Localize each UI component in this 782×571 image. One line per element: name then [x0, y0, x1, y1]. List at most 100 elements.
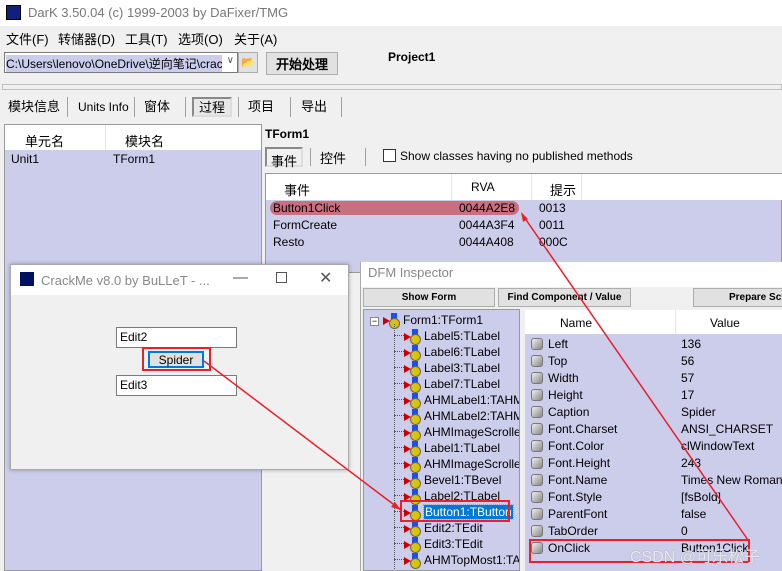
table-row[interactable]: Button1Click 0044A2E8 0013 [273, 200, 773, 217]
col-rva[interactable]: RVA [471, 180, 495, 194]
prepare-script-button[interactable]: Prepare Scri [693, 288, 782, 307]
edit2-field[interactable]: Edit2 [116, 327, 237, 348]
open-folder-button[interactable]: 📂 [238, 52, 258, 73]
table-row[interactable]: FormCreate 0044A3F4 0011 [273, 217, 773, 234]
edit3-field[interactable]: Edit3 [116, 375, 237, 396]
tab-exports[interactable]: 导出 [301, 96, 327, 118]
tree-item[interactable]: AHMTopMost1:TAH [394, 552, 519, 569]
show-form-button[interactable]: Show Form [363, 288, 495, 307]
component-icon [404, 521, 421, 537]
app-icon [6, 5, 21, 20]
col-module-name[interactable]: 模块名 [125, 131, 164, 150]
dfm-title: DFM Inspector [368, 265, 454, 280]
collapse-icon[interactable]: − [370, 317, 379, 326]
tree-item[interactable]: AHMLabel2:TAHML [394, 408, 519, 425]
property-row[interactable]: Font.Height 243 [531, 455, 781, 472]
property-grid: Name Value Left 136 Top 56 Width 57 Height 17 Ca… [525, 310, 782, 571]
tree-item[interactable]: Label7:TLabel [394, 376, 500, 393]
show-classes-label: Show classes having no published methods [400, 149, 633, 163]
menu-tools[interactable]: 工具(T) [125, 29, 168, 48]
tab-units-info[interactable]: Units Info [78, 96, 129, 118]
property-icon [531, 406, 543, 418]
component-icon [404, 377, 421, 393]
component-icon [404, 505, 421, 521]
col-hint[interactable]: 提示 [550, 180, 576, 199]
crackme-icon [20, 272, 34, 286]
col-event[interactable]: 事件 [284, 180, 310, 199]
property-row[interactable]: Left 136 [531, 336, 781, 353]
property-icon [531, 508, 543, 520]
crackme-window: CrackMe v8.0 by BuLLeT - ... — ✕ Edit2 S… [10, 264, 349, 470]
property-icon [531, 542, 543, 554]
form-title: TForm1 [265, 127, 310, 141]
find-component-button[interactable]: Find Component / Value [498, 288, 631, 307]
close-button[interactable]: ✕ [319, 268, 332, 288]
property-row[interactable]: Font.Name Times New Roman [531, 472, 782, 489]
tab-project[interactable]: 项目 [248, 96, 274, 118]
tree-item[interactable]: Edit2:TEdit [394, 520, 483, 537]
tab-module-info[interactable]: 模块信息 [8, 96, 60, 118]
menu-file[interactable]: 文件(F) [6, 29, 49, 48]
folder-open-icon: 📂 [241, 57, 255, 69]
menu-options[interactable]: 选项(O) [178, 29, 223, 48]
component-icon [404, 537, 421, 553]
show-classes-checkbox[interactable] [383, 149, 396, 162]
path-combo[interactable]: C:\Users\lenovo\OneDrive\逆向笔记\crack ∨ [4, 52, 238, 73]
property-icon [531, 389, 543, 401]
property-row[interactable]: Caption Spider [531, 404, 781, 421]
dfm-inspector-window: DFM Inspector Show Form Find Component /… [360, 262, 782, 571]
chevron-down-icon[interactable]: ∨ [227, 55, 234, 66]
watermark: CSDN @可乐松子 [630, 549, 761, 566]
component-icon [404, 489, 421, 505]
component-icon [404, 473, 421, 489]
property-row[interactable]: Height 17 [531, 387, 781, 404]
tree-item[interactable]: Label1:TLabel [394, 440, 500, 457]
subtab-controls[interactable]: 控件 [320, 148, 346, 167]
tree-item[interactable]: Label6:TLabel [394, 344, 500, 361]
tab-forms[interactable]: 窗体 [144, 96, 170, 118]
tab-procedures[interactable]: 过程 [192, 97, 233, 117]
component-icon [404, 329, 421, 345]
property-icon [531, 355, 543, 367]
property-icon [531, 423, 543, 435]
window-title: DarK 3.50.04 (c) 1999-2003 by DaFixer/TM… [28, 5, 289, 20]
tree-item[interactable]: Label2:TLabel [394, 488, 500, 505]
crackme-title: CrackMe v8.0 by BuLLeT - ... [41, 273, 210, 288]
component-icon [404, 425, 421, 441]
spider-button[interactable]: Spider [148, 351, 204, 368]
property-row[interactable]: Font.Color clWindowText [531, 438, 781, 455]
property-row[interactable]: Font.Style [fsBold] [531, 489, 781, 506]
menu-about[interactable]: 关于(A) [234, 29, 277, 48]
tree-item[interactable]: Label3:TLabel [394, 360, 500, 377]
maximize-button[interactable] [276, 272, 287, 283]
tree-item[interactable]: Bevel1:TBevel [394, 472, 501, 489]
property-row[interactable]: TabOrder 0 [531, 523, 781, 540]
property-row[interactable]: ParentFont false [531, 506, 781, 523]
property-icon [531, 338, 543, 350]
minimize-button[interactable]: — [233, 269, 248, 286]
menu-dumper[interactable]: 转储器(D) [58, 29, 115, 48]
start-button[interactable]: 开始处理 [266, 52, 338, 75]
tree-item[interactable]: Label5:TLabel [394, 328, 500, 345]
tree-item[interactable]: Edit3:TEdit [394, 536, 483, 553]
property-icon [531, 372, 543, 384]
col-unit-name[interactable]: 单元名 [25, 131, 64, 150]
col-value[interactable]: Value [710, 316, 740, 330]
property-icon [531, 457, 543, 469]
tree-item[interactable]: AHMLabel1:TAHML [394, 392, 519, 409]
table-row[interactable]: Resto 0044A408 000C [273, 234, 773, 251]
subtab-events[interactable]: 事件 [265, 147, 303, 169]
list-item[interactable]: Unit1 TForm1 [11, 151, 251, 168]
tree-item[interactable]: Button1:TButton [394, 504, 514, 521]
tree-root[interactable]: − Form1:TForm1 [370, 312, 483, 329]
col-name[interactable]: Name [560, 316, 592, 330]
property-row[interactable]: Top 56 [531, 353, 781, 370]
property-icon [531, 491, 543, 503]
property-row[interactable]: Width 57 [531, 370, 781, 387]
menu-bar: 文件(F) 转储器(D) 工具(T) 选项(O) 关于(A) [0, 27, 782, 47]
tree-item[interactable]: AHMImageScroller2 [394, 456, 519, 473]
property-row[interactable]: Font.Charset ANSI_CHARSET [531, 421, 781, 438]
tree-item[interactable]: AHMImageScroller1 [394, 424, 519, 441]
component-tree: − Form1:TForm1 Label5:TLabel Label6:TLabel L… [363, 309, 520, 571]
component-icon [383, 313, 400, 329]
